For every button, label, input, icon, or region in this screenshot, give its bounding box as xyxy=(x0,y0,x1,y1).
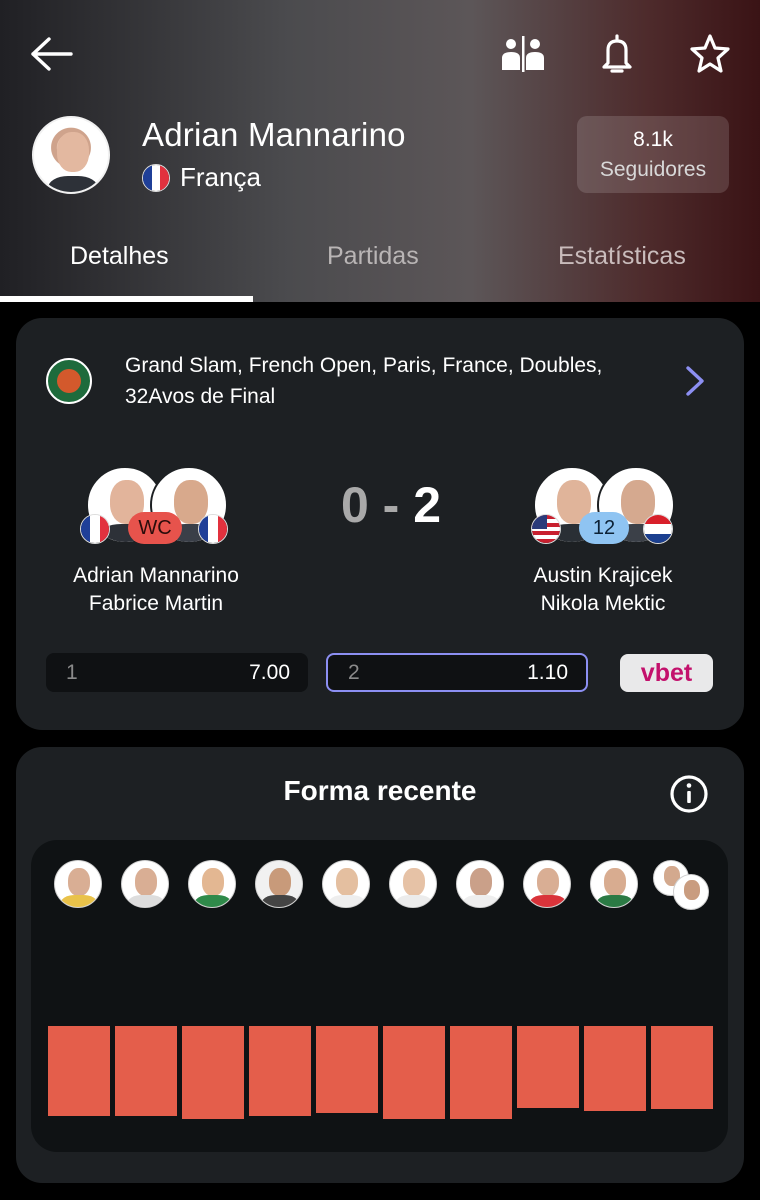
tab-statistics[interactable]: Estatísticas xyxy=(558,242,686,271)
home-player-1: Adrian Mannarino xyxy=(73,564,239,587)
match-card[interactable]: Grand Slam, French Open, Paris, France, … xyxy=(16,318,744,730)
player-avatar xyxy=(32,116,110,194)
opponent-avatar[interactable] xyxy=(188,860,236,908)
usa-flag-icon xyxy=(531,514,561,544)
chevron-right-icon[interactable] xyxy=(680,364,708,398)
opponent-avatar xyxy=(673,874,709,910)
opponent-avatar[interactable] xyxy=(456,860,504,908)
odds-value: 1.10 xyxy=(527,660,568,684)
odds-key: 2 xyxy=(348,660,360,684)
tab-matches[interactable]: Partidas xyxy=(327,242,419,271)
odds-away-button[interactable]: 2 1.10 xyxy=(326,653,588,692)
france-flag-icon xyxy=(80,514,110,544)
form-result-bar[interactable] xyxy=(450,1026,512,1119)
recent-form-card: Forma recente xyxy=(16,747,744,1183)
section-title: Forma recente xyxy=(283,775,477,806)
back-button[interactable] xyxy=(26,30,76,78)
followers-count: 8.1k xyxy=(633,128,673,151)
compare-icon xyxy=(502,36,544,72)
form-result-bar[interactable] xyxy=(48,1026,110,1116)
form-result-bar[interactable] xyxy=(115,1026,177,1116)
favorite-button[interactable] xyxy=(688,30,732,76)
back-arrow-icon xyxy=(31,37,73,71)
bell-icon xyxy=(602,34,632,73)
opponent-avatar[interactable] xyxy=(121,860,169,908)
form-result-bar[interactable] xyxy=(249,1026,311,1116)
tab-details[interactable]: Detalhes xyxy=(70,242,169,271)
odds-key: 1 xyxy=(66,660,78,684)
compare-button[interactable] xyxy=(497,34,549,74)
active-tab-indicator xyxy=(0,296,253,302)
odds-home-button[interactable]: 1 7.00 xyxy=(46,653,308,692)
odds-value: 7.00 xyxy=(249,660,290,684)
opponent-pair-avatar[interactable] xyxy=(653,860,711,910)
followers-label: Seguidores xyxy=(599,158,707,181)
country-row[interactable]: França xyxy=(142,162,261,193)
away-team[interactable]: 12 Austin Krajicek Nikola Mektic xyxy=(493,466,713,618)
player-header: Adrian Mannarino França 8.1k Seguidores … xyxy=(0,0,760,302)
tab-bar: Detalhes Partidas Estatísticas xyxy=(0,230,760,302)
form-result-bar[interactable] xyxy=(517,1026,579,1108)
away-score: 2 xyxy=(413,477,442,533)
player-name: Adrian Mannarino xyxy=(142,116,406,153)
tournament-info: Grand Slam, French Open, Paris, France, … xyxy=(125,354,603,408)
info-icon[interactable] xyxy=(668,773,710,815)
opponent-avatar[interactable] xyxy=(590,860,638,908)
opponent-avatar[interactable] xyxy=(54,860,102,908)
form-result-bar[interactable] xyxy=(316,1026,378,1113)
france-flag-icon xyxy=(142,163,170,192)
score-separator: - xyxy=(382,477,400,533)
away-player-1: Austin Krajicek xyxy=(533,564,673,587)
form-result-bar[interactable] xyxy=(383,1026,445,1119)
opponent-avatar[interactable] xyxy=(322,860,370,908)
form-result-bar[interactable] xyxy=(651,1026,713,1109)
form-result-bar[interactable] xyxy=(584,1026,646,1111)
bookmaker-logo[interactable]: vbet xyxy=(620,654,713,692)
home-team[interactable]: WC Adrian Mannarino Fabrice Martin xyxy=(46,466,266,618)
home-score: 0 xyxy=(340,477,369,533)
away-player-2: Nikola Mektic xyxy=(540,592,666,615)
star-icon xyxy=(690,34,730,73)
opponent-avatar[interactable] xyxy=(523,860,571,908)
home-player-2: Fabrice Martin xyxy=(88,592,224,615)
match-score: 0 - 2 xyxy=(326,476,456,534)
wildcard-badge: WC xyxy=(128,512,182,544)
country-name: França xyxy=(180,162,261,192)
france-flag-icon xyxy=(198,514,228,544)
seed-badge: 12 xyxy=(579,512,629,544)
followers-box[interactable]: 8.1k Seguidores xyxy=(577,116,729,193)
recent-form-chart xyxy=(31,840,728,1152)
roland-garros-logo-icon xyxy=(46,358,92,404)
form-result-bar[interactable] xyxy=(182,1026,244,1119)
croatia-flag-icon xyxy=(643,514,673,544)
opponent-avatar[interactable] xyxy=(389,860,437,908)
opponent-avatar[interactable] xyxy=(255,860,303,908)
notification-button[interactable] xyxy=(595,30,639,78)
